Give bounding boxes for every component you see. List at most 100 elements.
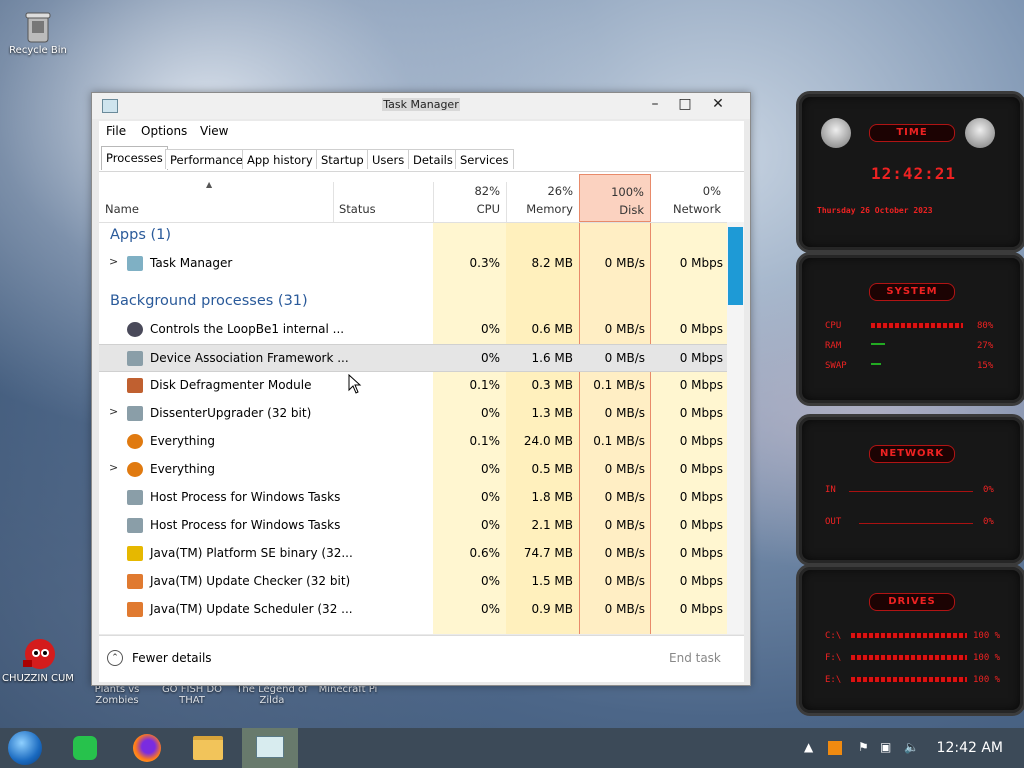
network-icon[interactable]: ▣: [880, 740, 891, 754]
end-task-button[interactable]: End task: [669, 651, 721, 665]
close-button[interactable]: ✕: [703, 94, 733, 114]
start-button[interactable]: [0, 728, 56, 768]
desktop-icon-chuzzin[interactable]: CHUZZIN CUM: [2, 636, 74, 684]
process-row[interactable]: > DissenterUpgrader (32 bit) 0% 1.3 MB 0 MB/…: [99, 400, 727, 428]
process-network-value: 0 Mbps: [679, 574, 723, 588]
process-memory-value: 24.0 MB: [523, 434, 573, 448]
menu-file[interactable]: File: [106, 124, 126, 138]
tab-app-history[interactable]: App history: [242, 149, 318, 169]
taskbar-app-explorer[interactable]: [180, 728, 236, 768]
process-name: DissenterUpgrader (32 bit): [150, 406, 312, 420]
menu-options[interactable]: Options: [141, 124, 187, 138]
process-memory-value: 1.5 MB: [531, 574, 573, 588]
fewer-details-button[interactable]: Fewer details: [132, 651, 212, 665]
process-disk-value: 0 MB/s: [604, 322, 645, 336]
process-row[interactable]: Device Association Framework ... 0% 1.6 MB…: [99, 344, 727, 372]
java-tray-icon[interactable]: [828, 741, 842, 755]
window-app-icon: [127, 518, 143, 533]
drive-c-value: 100 %: [973, 631, 1001, 641]
mouse-cursor-icon: [348, 374, 362, 394]
process-cpu-value: 0%: [480, 518, 500, 532]
process-memory-value: 8.2 MB: [531, 256, 573, 270]
alien-head-icon: [821, 118, 851, 148]
taskbar-clock[interactable]: 12:42 AM: [937, 740, 1003, 756]
process-row[interactable]: Java(TM) Update Checker (32 bit) 0% 1.5 MB…: [99, 568, 727, 596]
desktop-icon-gofish[interactable]: GO FISH DO THAT: [156, 684, 228, 706]
scrollbar-thumb[interactable]: [728, 227, 743, 305]
process-row[interactable]: Everything 0.1% 24.0 MB 0.1 MB/s 0 Mbps: [99, 428, 727, 456]
tab-performance[interactable]: Performance: [165, 149, 248, 169]
taskbar-app-task-manager[interactable]: [242, 728, 298, 768]
tab-processes[interactable]: Processes: [101, 146, 168, 170]
process-row[interactable]: Disk Defragmenter Module 0.1% 0.3 MB 0.1 MB…: [99, 372, 727, 400]
drive-e-value: 100 %: [973, 675, 1001, 685]
network-in-graph: [849, 491, 973, 492]
network-column-header[interactable]: 0% Network: [651, 182, 727, 222]
volume-icon[interactable]: 🔈: [904, 740, 919, 754]
maximize-button[interactable]: □: [670, 94, 700, 114]
expand-chevron-icon[interactable]: >: [109, 461, 118, 474]
process-row[interactable]: Host Process for Windows Tasks 0% 1.8 MB 0 …: [99, 484, 727, 512]
process-row[interactable]: Host Process for Windows Tasks 0% 2.1 MB 0 …: [99, 512, 727, 540]
process-network-value: 0 Mbps: [679, 546, 723, 560]
system-gadget[interactable]: SYSTEM CPU 80% RAM 27% SWAP 15%: [796, 252, 1024, 406]
drive-f-value: 100 %: [973, 653, 1001, 663]
process-memory-value: 0.6 MB: [531, 322, 573, 336]
name-column-header[interactable]: ▲ Name: [99, 180, 333, 222]
chevron-up-icon[interactable]: ⌃: [107, 650, 123, 666]
disk-total-percent: 100%: [611, 185, 644, 199]
flag-icon[interactable]: ⚑: [858, 740, 869, 754]
process-row[interactable]: Java(TM) Update Scheduler (32 ... 0% 0.9 M…: [99, 596, 727, 624]
minimize-button[interactable]: –: [640, 94, 670, 114]
drives-gadget-title: DRIVES: [869, 593, 955, 611]
title-bar[interactable]: Task Manager – □ ✕: [92, 93, 750, 119]
drive-f-bar: [851, 655, 967, 660]
process-name: Everything: [150, 434, 215, 448]
network-out-graph: [859, 523, 973, 524]
vertical-scrollbar[interactable]: [727, 222, 744, 634]
process-row[interactable]: > Everything 0% 0.5 MB 0 MB/s 0 Mbps: [99, 456, 727, 484]
process-row[interactable]: Java(TM) Platform SE binary (32... 0.6% 74…: [99, 540, 727, 568]
show-hidden-icons[interactable]: ▲: [804, 740, 813, 754]
network-gadget[interactable]: NETWORK IN 0% OUT 0%: [796, 414, 1024, 566]
cpu-column-header[interactable]: 82% CPU: [433, 182, 506, 222]
tab-startup[interactable]: Startup: [316, 149, 369, 169]
process-memory-value: 74.7 MB: [523, 546, 573, 560]
column-header: ▲ Name Status 82% CPU 26% Memory 100% Di…: [99, 174, 727, 223]
disk-column-header[interactable]: 100% Disk: [579, 174, 651, 222]
status-column-header[interactable]: Status: [333, 182, 433, 222]
taskbar-app-firefox[interactable]: [120, 728, 176, 768]
tab-services[interactable]: Services: [455, 149, 514, 169]
drives-gadget[interactable]: DRIVES C:\ 100 % F:\ 100 % E:\ 100 %: [796, 564, 1024, 716]
process-name: Task Manager: [150, 256, 233, 270]
recycle-bin-label: Recycle Bin: [9, 45, 67, 56]
process-name: Device Association Framework ...: [150, 351, 349, 365]
tab-users[interactable]: Users: [367, 149, 410, 169]
expand-chevron-icon[interactable]: >: [109, 405, 118, 418]
process-cpu-value: 0%: [480, 490, 500, 504]
desktop-icon-pvz[interactable]: Plants vs Zombies: [81, 684, 153, 706]
taskbar: ▲ ⚑ ▣ 🔈 12:42 AM: [0, 728, 1024, 768]
recycle-bin-icon[interactable]: Recycle Bin: [2, 8, 74, 56]
process-disk-value: 0 MB/s: [604, 462, 645, 476]
process-memory-value: 0.9 MB: [531, 602, 573, 616]
process-name: Disk Defragmenter Module: [150, 378, 312, 392]
time-gadget[interactable]: TIME 12:42:21 Thursday 26 October 2023: [796, 91, 1024, 253]
expand-chevron-icon[interactable]: >: [109, 255, 118, 268]
drive-c-label: C:\: [825, 631, 842, 641]
memory-total-percent: 26%: [547, 184, 573, 198]
process-row[interactable]: > Task Manager 0.3% 8.2 MB 0 MB/s 0 Mbps: [99, 250, 727, 278]
process-name: Controls the LoopBe1 internal ...: [150, 322, 345, 336]
taskbar-app-notes[interactable]: [58, 728, 114, 768]
memory-column-header[interactable]: 26% Memory: [506, 182, 579, 222]
process-memory-value: 2.1 MB: [531, 518, 573, 532]
tab-details[interactable]: Details: [408, 149, 458, 169]
process-row[interactable]: Controls the LoopBe1 internal ... 0% 0.6 M…: [99, 316, 727, 344]
drive-e-label: E:\: [825, 675, 842, 685]
window-app-icon: [127, 406, 143, 421]
desktop-icon-zelda[interactable]: The Legend of Zilda: [236, 684, 308, 706]
process-network-value: 0 Mbps: [679, 462, 723, 476]
cpu-bar: [871, 323, 963, 328]
loopbe-icon: [127, 322, 143, 337]
menu-view[interactable]: View: [200, 124, 228, 138]
